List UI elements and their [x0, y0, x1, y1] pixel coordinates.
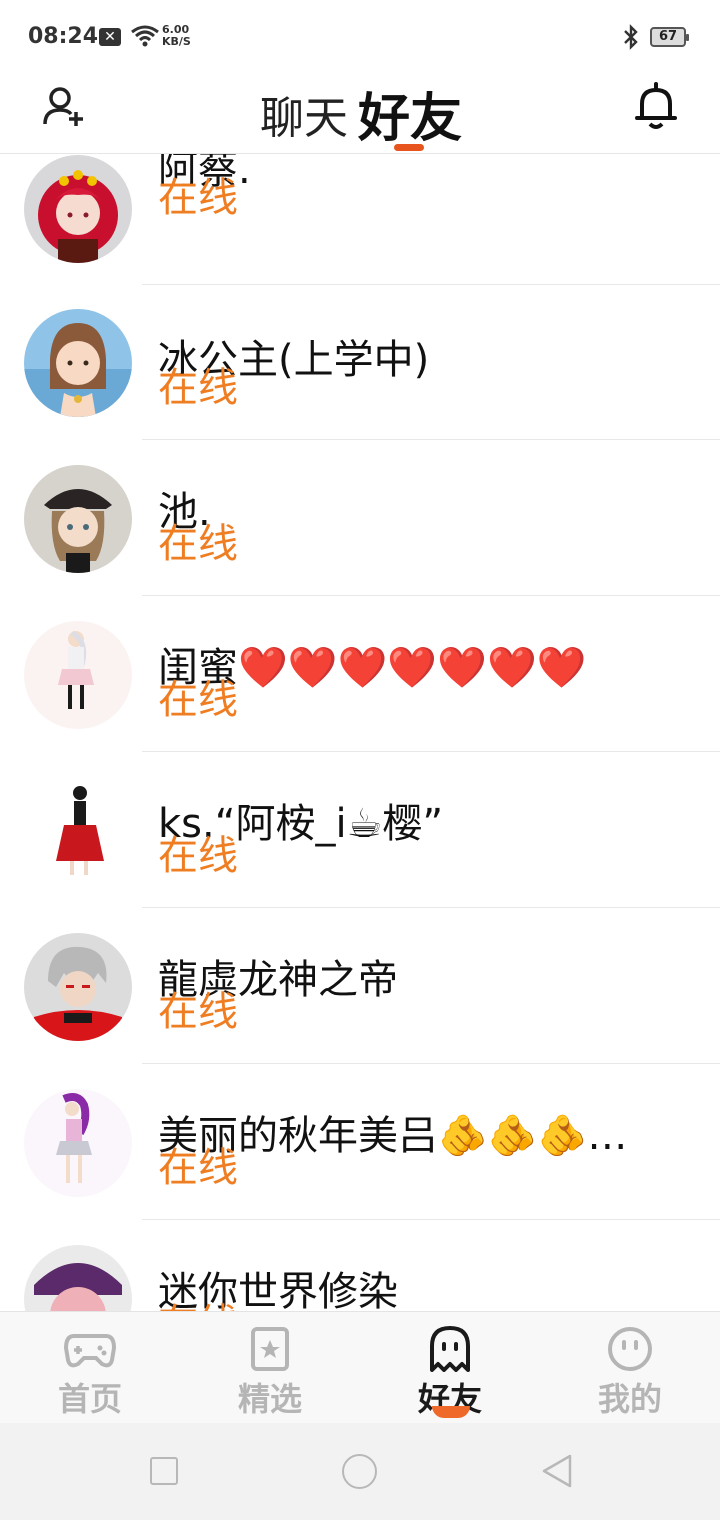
friend-status: 在线 [158, 677, 238, 723]
status-time: 08:24 [28, 24, 99, 49]
gamepad-icon [64, 1334, 116, 1368]
friend-status: 在线 [158, 1145, 238, 1191]
app-header: 聊天 好友 [0, 72, 720, 154]
tab-friends[interactable]: 好友 [358, 76, 462, 151]
system-nav-bar [0, 1423, 720, 1520]
nav-home-label: 首页 [57, 1380, 122, 1418]
friend-row[interactable]: 阿蔡. 在线 [0, 154, 720, 285]
avatar [24, 309, 132, 417]
wifi-icon [131, 25, 159, 47]
smiley-icon [608, 1327, 652, 1371]
home-icon[interactable] [342, 1454, 377, 1489]
bottom-nav: 首页 精选 好友 我的 [0, 1311, 720, 1423]
friend-row[interactable]: 闺蜜❤️❤️❤️❤️❤️❤️❤️ 在线 [0, 595, 720, 752]
active-tab-indicator [394, 144, 424, 151]
status-bar: 08:24 ✕ 6.00 KB/S 67 [0, 0, 720, 72]
friend-status: 在线 [158, 989, 238, 1035]
avatar [24, 777, 132, 885]
notification-x-icon: ✕ [99, 28, 121, 46]
battery-indicator: 67 [650, 27, 689, 47]
friend-row[interactable]: 迷你世界修染 在线 [0, 1219, 720, 1311]
avatar [24, 155, 132, 263]
friend-row[interactable]: 美丽的秋年美吕🫵🫵🫵… 在线 [0, 1063, 720, 1220]
star-card-icon [251, 1327, 289, 1371]
friend-row[interactable]: ks.“阿桉_i☕樱” 在线 [0, 751, 720, 908]
nav-friends[interactable]: 好友 [360, 1312, 540, 1424]
ghost-icon [430, 1326, 470, 1372]
avatar [24, 1089, 132, 1197]
nav-me-label: 我的 [597, 1380, 662, 1418]
add-friend-icon[interactable] [40, 82, 88, 130]
bluetooth-icon [624, 24, 638, 50]
friend-row[interactable]: 池. 在线 [0, 439, 720, 596]
tab-chat[interactable]: 聊天 [260, 82, 348, 146]
friend-row[interactable]: 龍虡龙神之帝 在线 [0, 907, 720, 1064]
net-speed: 6.00 KB/S [162, 23, 191, 48]
friend-status: 在线 [158, 175, 238, 221]
avatar [24, 933, 132, 1041]
nav-me[interactable]: 我的 [540, 1312, 720, 1424]
bell-icon[interactable] [632, 80, 680, 132]
avatar [24, 1245, 132, 1311]
friend-list[interactable]: 阿蔡. 在线 冰公主(上学中) 在线 池. 在线 闺蜜❤️❤️❤️❤️❤️❤️❤… [0, 154, 720, 1311]
nav-featured-label: 精选 [237, 1380, 302, 1418]
friend-status: 在线 [158, 833, 238, 879]
active-nav-indicator [432, 1406, 470, 1418]
friend-status: 在线 [158, 365, 238, 411]
back-icon[interactable] [540, 1453, 574, 1489]
friend-status: 在线 [158, 1291, 238, 1311]
friend-row[interactable]: 冰公主(上学中) 在线 [0, 283, 720, 440]
header-tabs: 聊天 好友 [260, 76, 470, 151]
nav-home[interactable]: 首页 [0, 1312, 180, 1424]
avatar [24, 465, 132, 573]
nav-featured[interactable]: 精选 [180, 1312, 360, 1424]
recent-apps-icon[interactable] [150, 1457, 178, 1485]
friend-status: 在线 [158, 521, 238, 567]
avatar [24, 621, 132, 729]
